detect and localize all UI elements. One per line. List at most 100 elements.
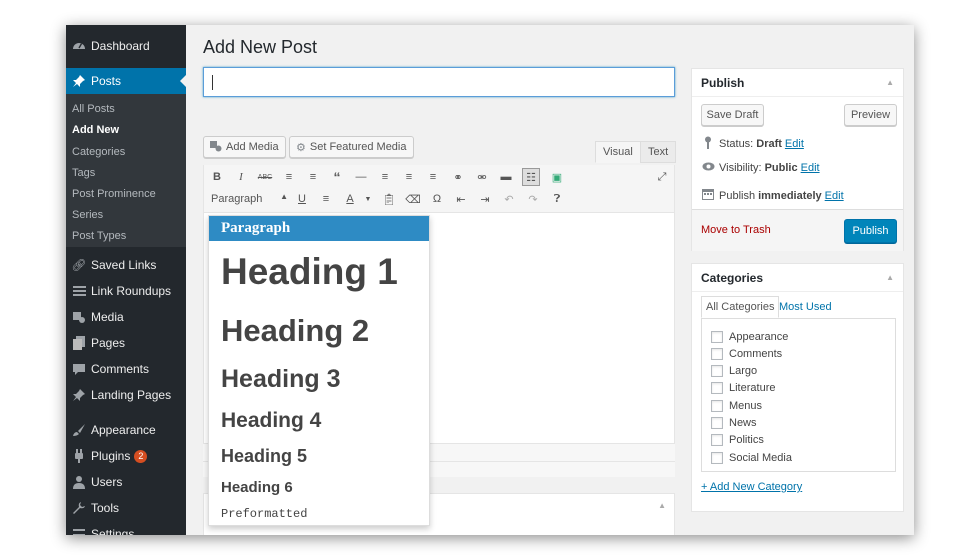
sidebar-item-media[interactable]: Media — [66, 304, 186, 330]
publish-button[interactable]: Publish — [844, 219, 897, 243]
format-option-paragraph[interactable]: Paragraph — [209, 216, 429, 241]
checkbox[interactable] — [711, 348, 723, 360]
special-character-icon[interactable]: Ω — [428, 190, 446, 208]
sidebar-item-landing-pages[interactable]: Landing Pages — [66, 382, 186, 408]
set-featured-media-button[interactable]: ⚙ Set Featured Media — [289, 136, 414, 158]
sidebar-item-comments[interactable]: Comments — [66, 356, 186, 382]
format-option-heading-6[interactable]: Heading 6 — [221, 479, 293, 496]
sidebar-item-users[interactable]: Users — [66, 469, 186, 495]
paste-text-icon[interactable]: 📋︎ — [380, 190, 398, 208]
edit-schedule-link[interactable]: Edit — [825, 190, 844, 202]
align-right-icon[interactable]: ≡ — [424, 168, 442, 186]
checkbox[interactable] — [711, 331, 723, 343]
align-center-icon[interactable]: ≡ — [400, 168, 418, 186]
format-option-heading-3[interactable]: Heading 3 — [221, 365, 340, 394]
publish-actions: Move to Trash Publish — [692, 209, 903, 251]
list-item[interactable]: Appearance — [711, 331, 788, 343]
unlink-icon[interactable]: ⚮ — [473, 168, 491, 186]
horizontal-rule-icon[interactable]: — — [352, 168, 370, 186]
list-item[interactable]: Social Media — [711, 452, 792, 464]
underline-icon[interactable]: U — [293, 190, 311, 208]
list-item[interactable]: Literature — [711, 382, 775, 394]
caret-up-icon[interactable]: ▲ — [658, 501, 666, 510]
format-option-heading-2[interactable]: Heading 2 — [221, 313, 369, 349]
undo-icon[interactable]: ↶ — [500, 190, 518, 208]
link-icon[interactable]: ⚭ — [449, 168, 467, 186]
fullscreen-icon[interactable]: ⤢ — [653, 168, 671, 186]
list-item[interactable]: Largo — [711, 365, 757, 377]
indent-icon[interactable]: ⇥ — [476, 190, 494, 208]
categories-panel-header[interactable]: Categories ▲ — [692, 264, 903, 292]
align-left-icon[interactable]: ≡ — [376, 168, 394, 186]
preview-button[interactable]: Preview — [844, 104, 897, 126]
caret-up-icon[interactable]: ▲ — [886, 78, 894, 87]
edit-visibility-link[interactable]: Edit — [801, 162, 820, 174]
sidebar-item-link-roundups[interactable]: Link Roundups — [66, 278, 186, 304]
text-color-icon[interactable]: A — [341, 190, 359, 208]
publish-panel-header[interactable]: Publish ▲ — [692, 69, 903, 97]
bold-icon[interactable]: B — [208, 168, 226, 186]
sidebar-item-appearance[interactable]: Appearance — [66, 417, 186, 443]
redo-icon[interactable]: ↷ — [524, 190, 542, 208]
tab-visual[interactable]: Visual — [595, 141, 641, 163]
add-new-category-link[interactable]: + Add New Category — [701, 481, 802, 493]
justify-icon[interactable]: ≡ — [317, 190, 335, 208]
italic-icon[interactable]: I — [232, 168, 250, 186]
format-option-heading-5[interactable]: Heading 5 — [221, 446, 307, 467]
save-draft-button[interactable]: Save Draft — [701, 104, 764, 126]
checkbox[interactable] — [711, 400, 723, 412]
sidebar-item-saved-links[interactable]: 🔗︎ Saved Links — [66, 252, 186, 278]
read-more-icon[interactable]: ▬ — [497, 168, 515, 186]
format-option-heading-4[interactable]: Heading 4 — [221, 409, 321, 433]
submenu-series[interactable]: Series — [72, 209, 103, 221]
insert-image-icon[interactable]: ▣ — [548, 168, 566, 186]
sidebar-item-dashboard[interactable]: Dashboard — [66, 33, 186, 59]
toolbar-toggle-icon[interactable]: ☷ — [522, 168, 540, 186]
edit-status-link[interactable]: Edit — [785, 138, 804, 150]
sidebar-item-pages[interactable]: Pages — [66, 330, 186, 356]
outdent-icon[interactable]: ⇤ — [452, 190, 470, 208]
submenu-post-prominence[interactable]: Post Prominence — [72, 188, 156, 200]
categories-panel: Categories ▲ All Categories Most Used Ap… — [691, 263, 904, 512]
sidebar-item-settings[interactable]: Settings — [66, 521, 186, 535]
page-title: Add New Post — [203, 37, 318, 57]
help-icon[interactable]: ❓︎ — [548, 190, 566, 208]
submenu-tags[interactable]: Tags — [72, 167, 95, 179]
list-item[interactable]: News — [711, 417, 757, 429]
sidebar-item-tools[interactable]: Tools — [66, 495, 186, 521]
tab-all-categories[interactable]: All Categories — [701, 296, 780, 318]
sidebar-item-plugins[interactable]: Plugins 2 — [66, 443, 186, 469]
tab-text[interactable]: Text — [640, 141, 677, 163]
button-label: Add Media — [226, 141, 279, 153]
submenu-add-new[interactable]: Add New — [72, 124, 119, 136]
submenu-all-posts[interactable]: All Posts — [72, 103, 115, 115]
checkbox[interactable] — [711, 434, 723, 446]
chevron-down-icon[interactable]: ▼ — [359, 190, 377, 208]
format-option-preformatted[interactable]: Preformatted — [221, 507, 307, 521]
visibility-label: Visibility: — [719, 162, 762, 174]
caret-up-icon[interactable]: ▲ — [886, 273, 894, 282]
strikethrough-icon[interactable]: ABC — [256, 168, 274, 186]
list-item[interactable]: Comments — [711, 348, 782, 360]
blockquote-icon[interactable]: “ — [328, 168, 346, 186]
format-option-heading-1[interactable]: Heading 1 — [221, 251, 398, 293]
checkbox[interactable] — [711, 382, 723, 394]
clear-format-icon[interactable]: ⌫ — [404, 190, 422, 208]
submenu-categories[interactable]: Categories — [72, 146, 125, 158]
list-item[interactable]: Politics — [711, 434, 764, 446]
format-select[interactable]: Paragraph ▲ — [208, 189, 290, 209]
add-media-button[interactable]: Add Media — [203, 136, 286, 158]
bullet-list-icon[interactable]: ≡ — [280, 168, 298, 186]
category-label: Comments — [729, 348, 783, 360]
list-item[interactable]: Menus — [711, 400, 762, 412]
sidebar-item-posts[interactable]: Posts — [66, 68, 186, 94]
tab-most-used[interactable]: Most Used — [775, 296, 836, 318]
category-label: Politics — [729, 434, 764, 446]
post-title-input[interactable] — [203, 67, 675, 97]
checkbox[interactable] — [711, 365, 723, 377]
checkbox[interactable] — [711, 417, 723, 429]
move-to-trash-link[interactable]: Move to Trash — [701, 224, 771, 236]
checkbox[interactable] — [711, 452, 723, 464]
submenu-post-types[interactable]: Post Types — [72, 230, 126, 242]
numbered-list-icon[interactable]: ≡ — [304, 168, 322, 186]
